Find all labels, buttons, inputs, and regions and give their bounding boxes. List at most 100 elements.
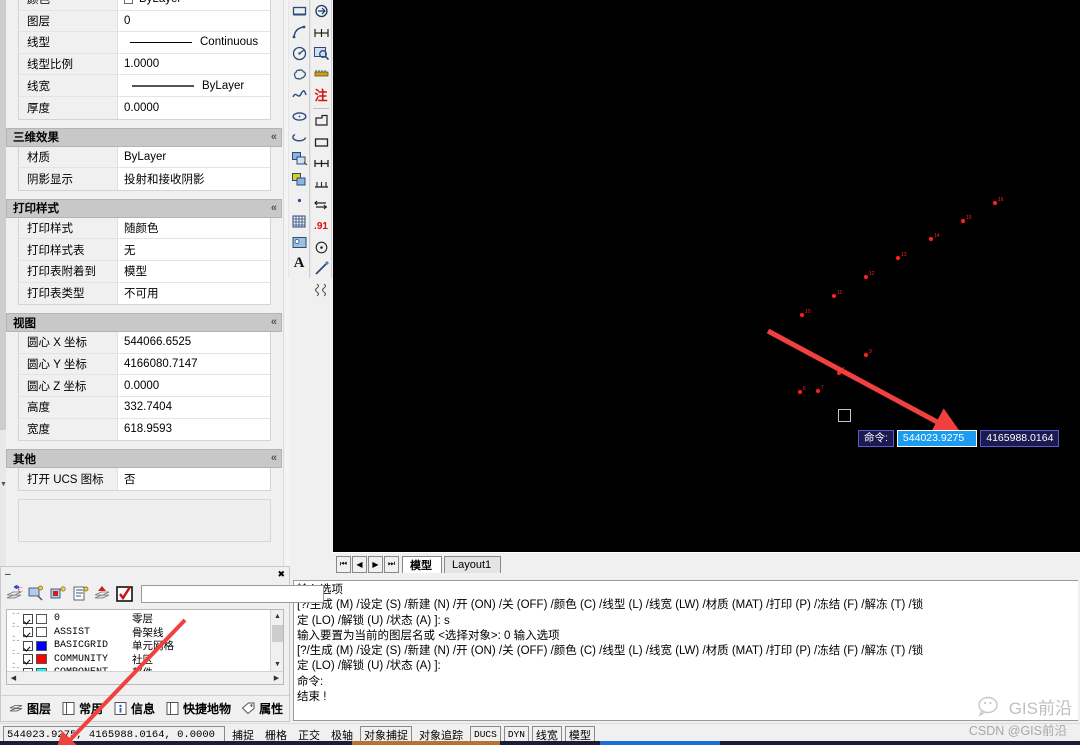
property-value[interactable]: 模型 [118,260,270,282]
dynamic-input-x[interactable]: 544023.9275 [896,430,978,447]
quick-dim-icon[interactable] [311,195,331,216]
chevron-up-icon[interactable]: « [271,317,277,328]
property-value[interactable]: ByLayer [118,0,270,10]
multiline-text-icon[interactable]: A [289,253,309,274]
leader-icon[interactable] [311,258,331,279]
close-icon[interactable]: ✖ [277,569,285,580]
layer-search-input[interactable] [141,585,324,603]
layer-color-swatch[interactable] [36,640,47,651]
annotation-red-icon[interactable]: 注 [311,85,331,106]
layer-list-icon[interactable] [71,584,90,605]
dynamic-input-tooltip[interactable]: 命令: 544023.9275 4165988.0164 [858,430,1060,447]
arc-icon[interactable] [289,22,309,43]
property-row[interactable]: 打印样式 随颜色 [19,217,270,240]
panel-tab-常用[interactable]: 常用 [57,698,107,720]
layer-list-hscrollbar[interactable]: ◀ ▶ [7,671,283,684]
insert-block-icon[interactable] [289,148,309,169]
property-row[interactable]: 线宽 ByLayer [19,75,270,97]
layer-color-swatch[interactable] [36,654,47,665]
dim-continue-icon[interactable] [311,153,331,174]
property-value[interactable]: 618.9593 [118,418,270,441]
hatch-icon[interactable] [289,211,309,232]
panel-tab-快捷地物[interactable]: 快捷地物 [161,698,235,720]
dim-baseline-icon[interactable] [311,64,331,85]
make-block-icon[interactable] [289,169,309,190]
property-row[interactable]: 打开 UCS 图标否 [19,468,270,490]
circle-radius-icon[interactable] [289,43,309,64]
property-group-header[interactable]: 打印样式 « [6,198,282,218]
dynamic-input-y[interactable]: 4165988.0164 [980,430,1060,447]
property-row[interactable]: 圆心 Z 坐标 0.0000 [19,375,270,397]
command-history[interactable]: 输入选项[?/生成 (M) /设定 (S) /新建 (N) /开 (ON) /关… [293,580,1078,721]
layer-visibility-checkbox[interactable] [23,654,33,665]
tab-next-button[interactable]: ▶ [368,555,383,573]
new-layer-icon[interactable]: C [5,584,24,605]
property-value[interactable]: 4166080.7147 [118,353,270,375]
cloud-revision-icon[interactable] [289,64,309,85]
property-row[interactable]: 宽度 618.9593 [19,418,270,441]
point-icon[interactable] [289,190,309,211]
property-value[interactable]: 544066.6525 [118,332,270,353]
center-mark-icon[interactable] [311,237,331,258]
property-value[interactable]: 0.0000 [118,96,270,119]
property-value[interactable]: 无 [118,239,270,260]
layer-merge-icon[interactable] [93,584,112,605]
tolerance-icon[interactable] [311,279,331,300]
property-row[interactable]: 图层 0 [19,10,270,33]
property-row[interactable]: 打印表附着到 模型 [19,260,270,283]
property-row[interactable]: 打印表类型 不可用 [19,282,270,305]
polyline-edit-icon[interactable] [311,111,331,132]
property-row[interactable]: 阴影显示 投射和接收阴影 [19,168,270,190]
property-value[interactable]: 否 [118,468,270,490]
layer-vscroll-thumb[interactable] [272,625,283,642]
precision-icon[interactable]: .91 [311,216,331,237]
property-value[interactable]: 332.7404 [118,396,270,418]
property-group-header[interactable]: 视图 « [6,313,282,333]
zoom-window-icon[interactable] [311,43,331,64]
scroll-left-icon[interactable]: ◀ [7,672,20,684]
property-value[interactable]: 0 [118,10,270,32]
tab-first-button[interactable]: ⏮ [336,555,351,573]
chevron-up-icon[interactable]: « [271,453,277,464]
property-value[interactable]: 1.0000 [118,53,270,75]
property-value[interactable]: ByLayer [118,146,270,168]
layer-visibility-checkbox[interactable] [23,613,33,624]
property-row[interactable]: 圆心 X 坐标 544066.6525 [19,332,270,354]
layer-list-item[interactable]: --- ASSIST 骨架线 [7,622,269,642]
property-value[interactable]: 投射和接收阴影 [118,168,270,190]
ellipse-arc-icon[interactable] [289,127,309,148]
drawing-canvas[interactable]: 16 15 14 13 12 11 10 9 8 7 6 命令: 544023.9275 41659… [333,0,1080,552]
tab-model[interactable]: 模型 [402,555,442,573]
pan-realtime-icon[interactable] [311,1,331,22]
panel-tab-图层[interactable]: 图层 [5,698,55,720]
panel-tab-信息[interactable]: 信息 [109,698,159,720]
property-row[interactable]: 圆心 Y 坐标 4166080.7147 [19,353,270,376]
dim-linear-icon[interactable] [311,22,331,43]
property-value[interactable]: 随颜色 [118,217,270,239]
chevron-up-icon[interactable]: « [271,131,277,143]
property-row[interactable]: 线型比例 1.0000 [19,53,270,76]
layer-visibility-checkbox[interactable] [23,640,33,651]
layer-list-vscrollbar[interactable]: ▲ ▼ [270,610,283,671]
tab-layout1[interactable]: Layout1 [444,555,502,573]
property-value[interactable]: 不可用 [118,282,270,305]
property-row[interactable]: 颜色 ByLayer [19,0,270,11]
property-value[interactable]: ByLayer [118,75,270,96]
scroll-right-icon[interactable]: ▶ [270,672,283,684]
property-row[interactable]: 厚度 0.0000 [19,96,270,119]
gradient-icon[interactable] [289,232,309,253]
property-group-header[interactable]: 三维效果 « [6,127,282,147]
layer-properties-icon[interactable] [49,584,68,605]
layer-list[interactable]: --- 0 零层 --- ASSIST 骨架线 --- BASICGRID 单元网格 --- COM… [7,612,269,671]
minimize-icon[interactable]: – [5,569,11,580]
panel-tab-属性[interactable]: 属性 [237,698,287,720]
rectangle-solid-icon[interactable] [289,1,309,22]
layer-state-icon[interactable] [27,584,46,605]
property-row[interactable]: 材质 ByLayer [19,146,270,169]
layer-list-item[interactable]: --- BASICGRID 单元网格 [7,636,269,656]
scroll-down-icon[interactable]: ▼ [271,658,283,671]
layer-list-item[interactable]: --- COMMUNITY 社区 [7,649,269,669]
property-row[interactable]: 打印样式表无 [19,239,270,261]
property-group-header[interactable]: 其他 « [6,449,282,469]
scroll-up-icon[interactable]: ▲ [271,610,283,623]
